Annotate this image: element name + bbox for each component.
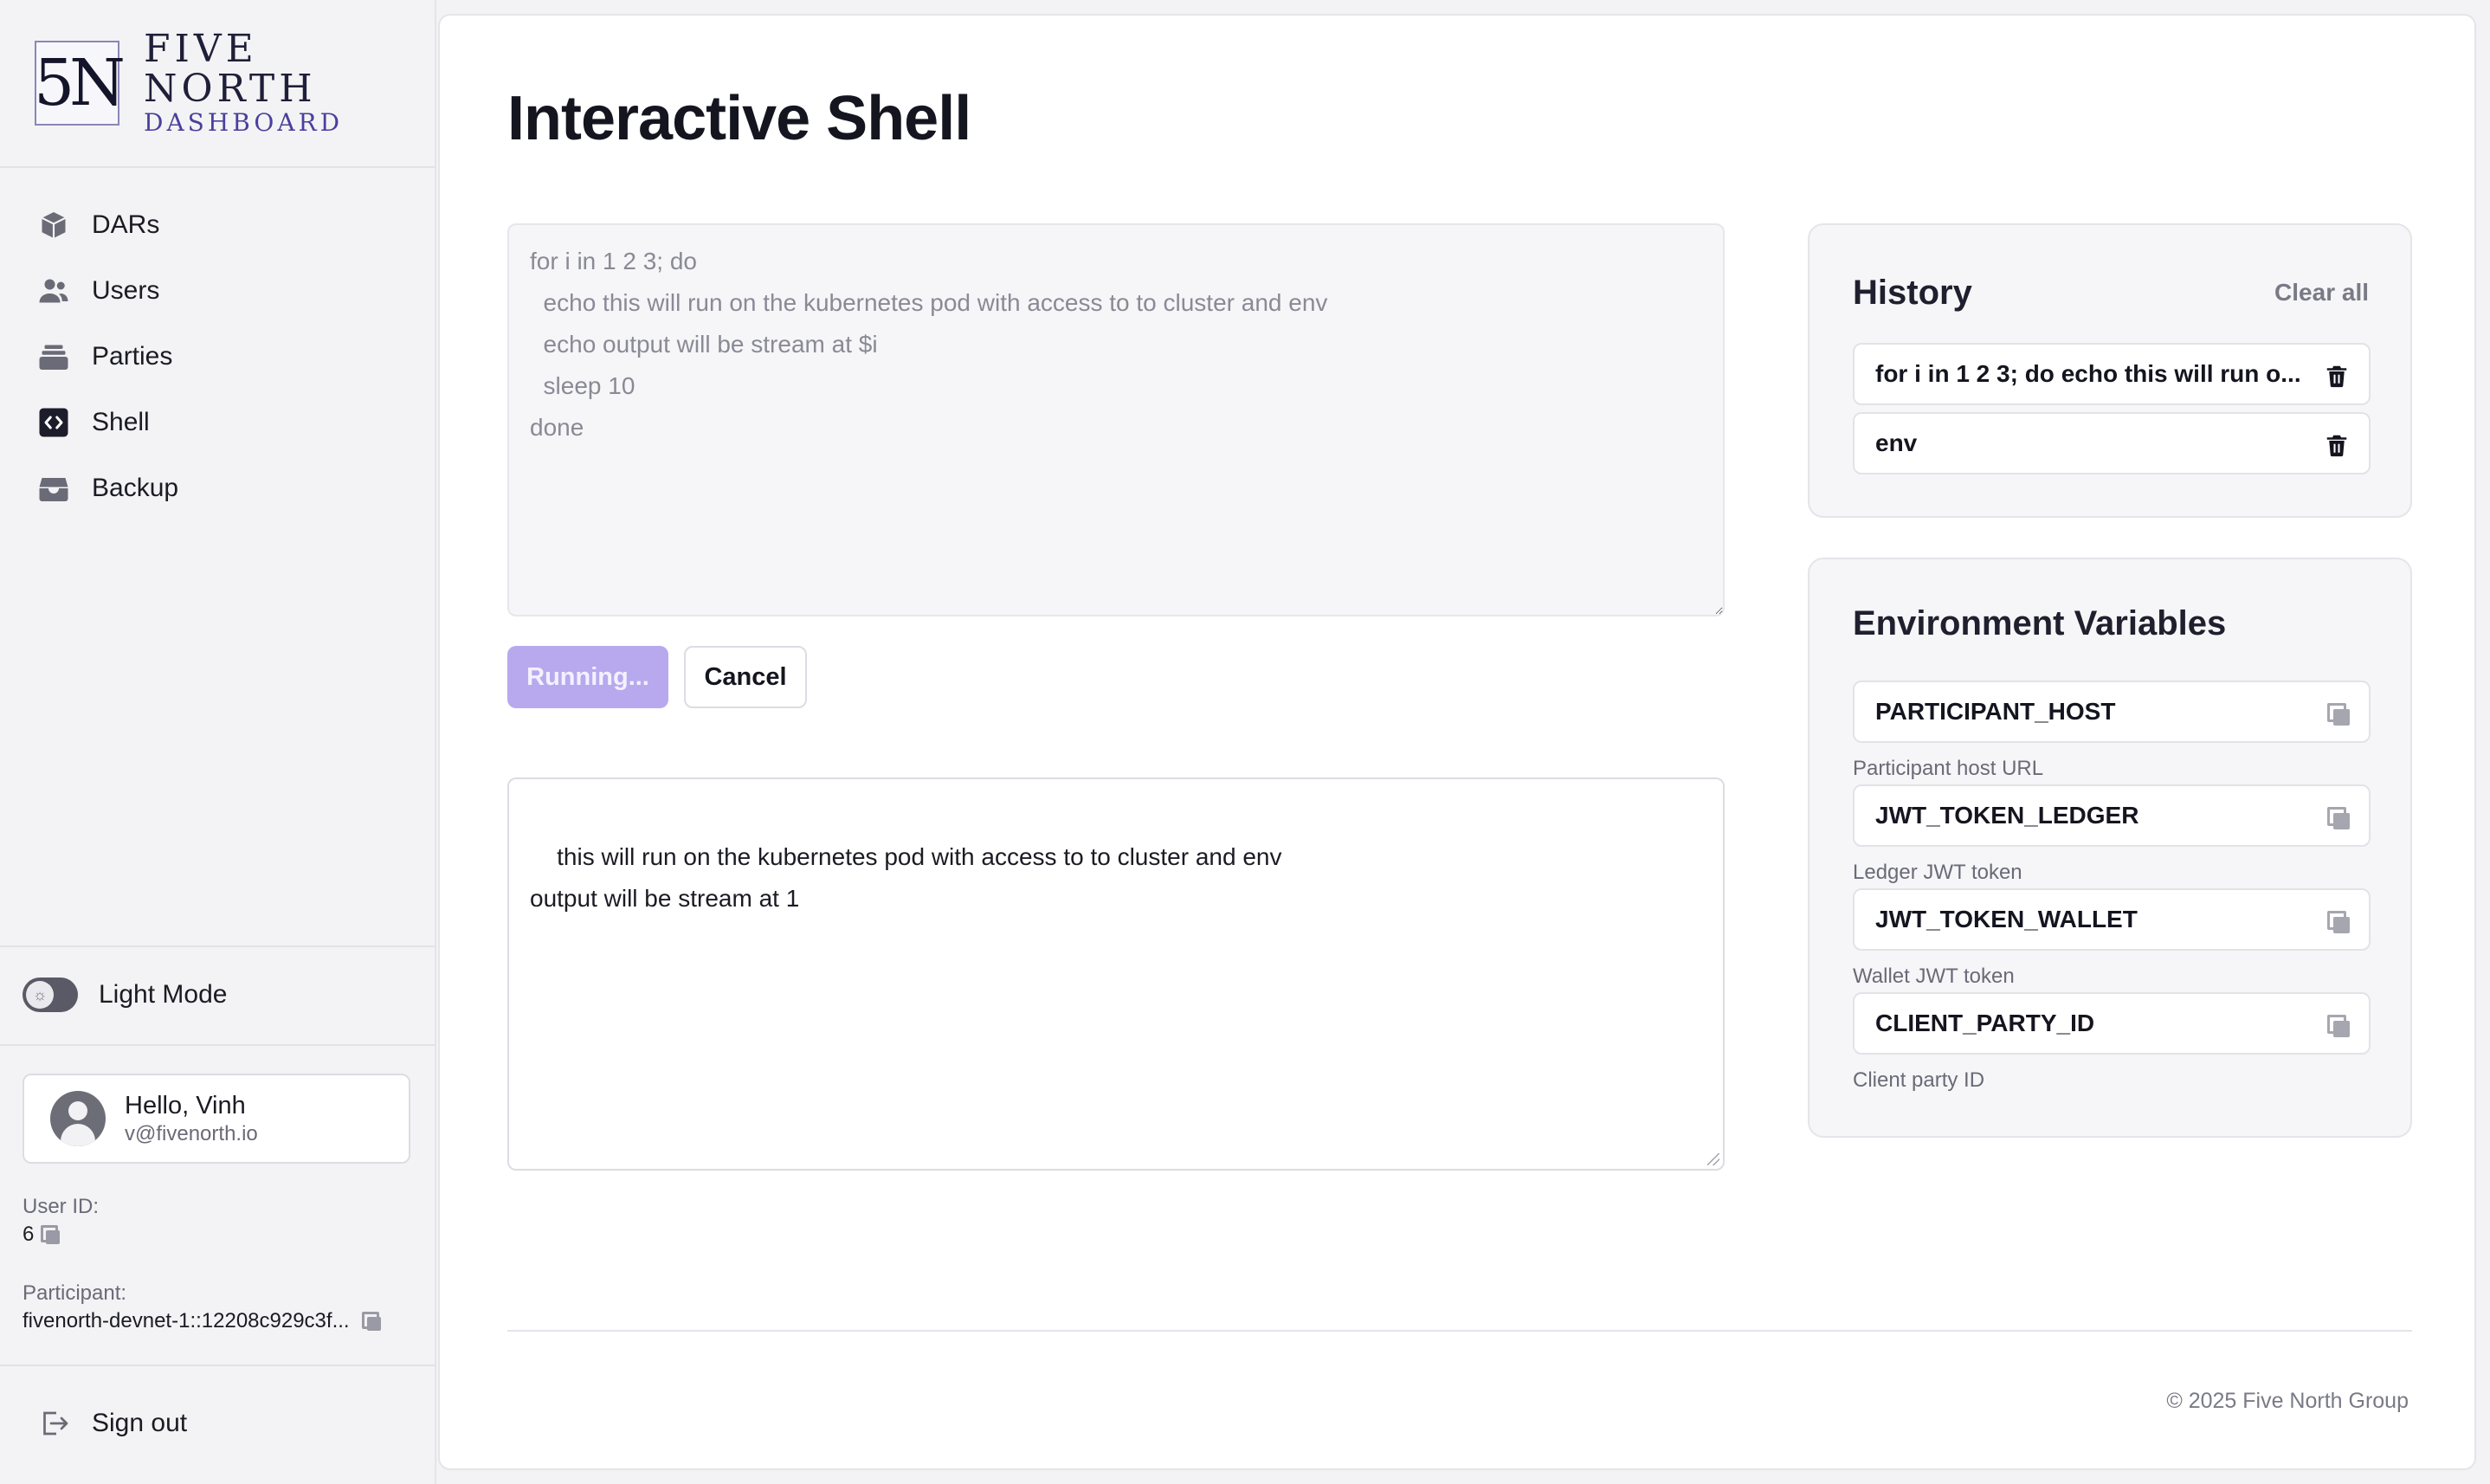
sign-out-icon: [36, 1406, 71, 1441]
history-title: History: [1853, 274, 1972, 312]
env-var-description: Wallet JWT token: [1853, 965, 2015, 988]
copy-icon[interactable]: [361, 1312, 381, 1331]
participant-row: fivenorth-devnet-1::12208c929c3f...: [23, 1309, 381, 1333]
user-id-value: 6: [23, 1223, 35, 1246]
cancel-button[interactable]: Cancel: [684, 646, 807, 708]
user-card[interactable]: Hello, Vinh v@fivenorth.io: [23, 1074, 410, 1164]
run-button[interactable]: Running...: [507, 646, 668, 708]
env-var-name: CLIENT_PARTY_ID: [1875, 1010, 2095, 1036]
env-var-item: PARTICIPANT_HOST: [1853, 681, 2371, 743]
participant-label: Participant:: [23, 1281, 127, 1305]
sidebar-divider: [0, 1365, 436, 1366]
sidebar-divider: [0, 166, 436, 168]
env-var-item: JWT_TOKEN_LEDGER: [1853, 784, 2371, 847]
env-var-description: Participant host URL: [1853, 757, 2044, 780]
sidebar-divider: [0, 1044, 436, 1046]
sidebar-item-parties[interactable]: Parties: [0, 324, 436, 390]
sidebar-item-users[interactable]: Users: [0, 258, 436, 324]
user-greeting: Hello, Vinh: [125, 1092, 246, 1119]
brand-logo: 5N: [34, 41, 126, 126]
sidebar-item-backup[interactable]: Backup: [0, 455, 436, 521]
theme-toggle[interactable]: ☼: [23, 978, 78, 1012]
sidebar-divider: [0, 945, 436, 947]
sidebar-item-label: Shell: [92, 408, 150, 436]
env-var-name: JWT_TOKEN_WALLET: [1875, 906, 2138, 932]
env-vars-title: Environment Variables: [1853, 604, 2227, 642]
sidebar-item-dars[interactable]: DARs: [0, 192, 436, 258]
copy-icon[interactable]: [2327, 1015, 2350, 1037]
command-input[interactable]: for i in 1 2 3; do echo this will run on…: [507, 223, 1725, 616]
resize-handle[interactable]: [1707, 1153, 1719, 1165]
theme-label: Light Mode: [99, 980, 228, 1009]
history-item[interactable]: for i in 1 2 3; do echo this will run o.…: [1853, 343, 2371, 405]
user-id-label: User ID:: [23, 1195, 100, 1218]
archive-icon: [36, 471, 71, 506]
output-console[interactable]: this will run on the kubernetes pod with…: [507, 777, 1725, 1171]
clear-all-button[interactable]: Clear all: [2274, 279, 2369, 306]
participant-value: fivenorth-devnet-1::12208c929c3f...: [23, 1309, 350, 1332]
sidebar-item-label: Parties: [92, 342, 173, 371]
copy-icon[interactable]: [2327, 807, 2350, 829]
env-var-description: Client party ID: [1853, 1068, 1985, 1092]
package-icon: [36, 208, 71, 242]
footer-divider: [507, 1330, 2412, 1332]
env-var-name: JWT_TOKEN_LEDGER: [1875, 802, 2139, 829]
sidebar-item-label: Users: [92, 276, 160, 305]
history-item[interactable]: env: [1853, 412, 2371, 474]
main-panel: Interactive Shell for i in 1 2 3; do ech…: [438, 14, 2476, 1470]
footer-copyright: © 2025 Five North Group: [2166, 1389, 2409, 1413]
trash-icon[interactable]: [2324, 431, 2350, 459]
output-text: this will run on the kubernetes pod with…: [530, 843, 1282, 912]
sign-out-label: Sign out: [92, 1409, 188, 1437]
code-icon: [36, 405, 71, 440]
user-id-row: 6: [23, 1223, 61, 1247]
sign-out-button[interactable]: Sign out: [36, 1399, 187, 1448]
parties-icon: [36, 339, 71, 374]
sun-icon: ☼: [26, 981, 54, 1009]
users-icon: [36, 274, 71, 308]
history-item-text: for i in 1 2 3; do echo this will run o.…: [1875, 360, 2301, 387]
sidebar: 5N FIVE NORTH DASHBOARD DARs Users Parti…: [0, 0, 436, 1484]
avatar: [50, 1091, 106, 1146]
sidebar-item-label: Backup: [92, 474, 179, 502]
env-var-description: Ledger JWT token: [1853, 861, 2022, 884]
user-email: v@fivenorth.io: [125, 1122, 258, 1145]
history-card: History Clear all for i in 1 2 3; do ech…: [1808, 223, 2412, 518]
sidebar-item-label: DARs: [92, 210, 160, 239]
trash-icon[interactable]: [2324, 362, 2350, 390]
copy-icon[interactable]: [41, 1225, 61, 1244]
page-title: Interactive Shell: [507, 84, 971, 153]
sidebar-nav: DARs Users Parties Shell Backup: [0, 192, 436, 521]
copy-icon[interactable]: [2327, 703, 2350, 726]
env-var-item: JWT_TOKEN_WALLET: [1853, 888, 2371, 951]
copy-icon[interactable]: [2327, 911, 2350, 933]
brand-name: FIVE NORTH: [144, 27, 317, 111]
brand[interactable]: 5N FIVE NORTH DASHBOARD: [34, 29, 416, 137]
env-vars-card: Environment Variables PARTICIPANT_HOST P…: [1808, 558, 2412, 1138]
env-var-item: CLIENT_PARTY_ID: [1853, 992, 2371, 1055]
sidebar-item-shell[interactable]: Shell: [0, 390, 436, 455]
env-var-name: PARTICIPANT_HOST: [1875, 698, 2116, 725]
history-item-text: env: [1875, 429, 1918, 456]
theme-toggle-row: ☼ Light Mode: [23, 970, 227, 1020]
brand-subtitle: DASHBOARD: [144, 108, 344, 137]
